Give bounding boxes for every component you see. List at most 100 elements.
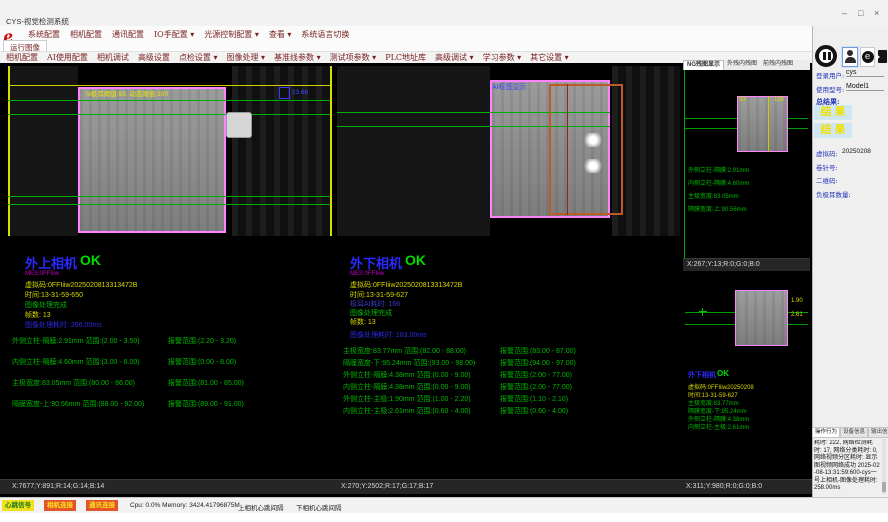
tab-front-image[interactable]: 前残内残图 <box>760 60 796 70</box>
lower-camera-heartbeat: 下相机心跳间隔 <box>296 502 342 512</box>
e-logo-icon: e <box>862 51 874 63</box>
measurement-row: 外侧立柱-隔膜:2.91mm 范围:(2.00 - 3.50) <box>12 336 140 346</box>
ng-view-tabbar: NG残图显示 外残内残图 前残内残图 <box>683 60 810 70</box>
left-green-line-4 <box>8 204 330 205</box>
middle-process-time: 图像处理耗时: 183.00ms <box>350 330 427 340</box>
tab-operation-log[interactable]: 操作行为 <box>812 427 840 438</box>
measurement-row: 内侧立柱-主极:2.61mm 范围:(0.60 - 4.00) <box>343 406 471 416</box>
needle-number-label: 卷针号: <box>816 162 838 172</box>
pause-icon <box>823 52 826 60</box>
window-titlebar <box>0 0 888 26</box>
toolbar-ai-use-config[interactable]: AI使用配置 <box>47 52 88 63</box>
left-yellow-line-left <box>8 66 10 236</box>
toolbar-other-settings[interactable]: 其它设置 ▾ <box>530 52 569 63</box>
measurement-row: 外侧立柱-主极:1.90mm 范围:(1.00 - 2.20) <box>343 394 471 404</box>
left-cursor-coords: X:7677;Y:891;R:14;G:14;B:14 <box>12 483 104 490</box>
cpu-memory-status: Cpu: 0.0% Memory: 3424.41796875M <box>130 502 240 509</box>
menu-item-system-config[interactable]: 系统配置 <box>28 29 60 40</box>
result-box-upper: 结 果 <box>814 105 852 120</box>
menu-item-language-switch[interactable]: 系统语言切换 <box>301 29 349 40</box>
measurement-row: 隔膜宽度-上:90.56mm 范围:(88.00 - 92.00) <box>12 399 144 409</box>
rightbottom-label-1: 1.90 <box>791 298 803 304</box>
logout-door-icon <box>878 50 887 63</box>
minimize-icon[interactable]: – <box>842 8 847 18</box>
rightbottom-row: 内侧立柱-主极:2.61mm <box>688 422 749 431</box>
toolbar-baseline-params[interactable]: 基准线参数 ▾ <box>274 52 321 63</box>
measurement-row: 内侧立柱-隔膜:4.60mm 范围:(3.00 - 6.00) <box>12 357 140 367</box>
model-value[interactable]: Model1 <box>846 83 884 91</box>
comm-connection-badge: 通讯连接 <box>86 500 118 511</box>
toolbar-advanced-debug[interactable]: 高级调试 ▾ <box>435 52 474 63</box>
close-icon[interactable]: × <box>874 8 879 18</box>
toolbar-camera-debug[interactable]: 相机调试 <box>97 52 129 63</box>
toolbar-spot-check[interactable]: 点检设置 ▾ <box>179 52 218 63</box>
left-image-background <box>8 66 78 236</box>
righttop-row: 外侧立柱-隔膜:2.91mm <box>688 165 749 174</box>
login-user-value[interactable]: cys <box>846 69 884 77</box>
left-frame-count: 帧数: 13 <box>25 310 51 320</box>
middle-ai-label: AI标签显示 <box>492 82 527 92</box>
left-process-time: 图像处理耗时: 266.00ms <box>25 320 102 330</box>
user-button[interactable] <box>842 47 858 67</box>
alarm-range: 报警范围:(2.20 - 3.20) <box>168 336 236 346</box>
menu-item-light-config[interactable]: 光源控制配置 ▾ <box>204 29 259 40</box>
righttop-label-2: 100 <box>774 97 784 103</box>
left-gripper-part <box>226 112 252 138</box>
menu-item-io-config[interactable]: IO手配置 ▾ <box>154 29 194 40</box>
toolbar-advanced-setting[interactable]: 高级设置 <box>138 52 170 63</box>
login-user-label: 登录用户: <box>816 70 844 80</box>
rightbottom-cross-v <box>702 308 703 316</box>
left-cell-region <box>78 87 226 233</box>
alarm-range: 报警范围:(81.00 - 85.00) <box>168 378 244 388</box>
righttop-cell-region <box>737 96 788 152</box>
toolbar-test-params[interactable]: 测试项参数 ▾ <box>330 52 377 63</box>
exit-button[interactable] <box>877 46 888 67</box>
log-scrollbar-thumb[interactable] <box>882 482 886 492</box>
left-virtual-code: 虚拟码:0FFIiiw2025020813313472B <box>25 280 137 290</box>
middle-image-background <box>337 66 490 236</box>
maximize-icon[interactable]: □ <box>858 8 863 18</box>
log-scrollbar[interactable] <box>882 439 886 494</box>
rightbottom-camera-title: 外下相机 <box>688 370 716 380</box>
righttop-row: 内侧立柱-隔膜:4.60mm <box>688 178 749 187</box>
toolbar-learn-params[interactable]: 学习参数 ▾ <box>483 52 522 63</box>
menu-item-view[interactable]: 查看 ▾ <box>269 29 292 40</box>
measurement-row: 主极宽度:83.77mm 范围:(82.00 - 88.00) <box>343 346 466 356</box>
model-label: 使用型号: <box>816 84 844 94</box>
middle-mes-line: MES:0FFIiiw <box>350 271 384 277</box>
user-icon <box>843 50 857 63</box>
left-camera-title: 外上相机 <box>25 253 77 272</box>
qr-code-label: 二维码: <box>816 175 838 185</box>
toolbar-plc-address[interactable]: PLC地址库 <box>385 52 426 63</box>
pause-button[interactable] <box>815 45 837 67</box>
toolbar-image-process[interactable]: 图像处理 ▾ <box>227 52 266 63</box>
operation-log-text: 耗时: 222, 网络检测耗时: 17, 网络分类耗时: 0, 网络视频分区耗时… <box>814 440 880 493</box>
measurement-row: 隔膜宽度-下:95.24mm 范围:(93.00 - 98.00) <box>343 358 475 368</box>
virtual-code-value: 20250208 <box>842 148 871 155</box>
tab-output-info[interactable]: 输出信息 <box>868 427 888 438</box>
tab-device-info[interactable]: 设备信息 <box>840 427 868 438</box>
tab-ng-image[interactable]: NG残图显示 <box>683 60 724 70</box>
toolbar-camera-config[interactable]: 相机配置 <box>6 52 38 63</box>
menu-item-camera-config[interactable]: 相机配置 <box>70 29 102 40</box>
alarm-range: 报警范围:(0.00 - 8.00) <box>168 357 236 367</box>
panel-tabbar: 操作行为 设备信息 输出信息 <box>812 427 888 438</box>
menu-bar: 系统配置 相机配置 通讯配置 IO手配置 ▾ 光源控制配置 ▾ 查看 ▾ 系统语… <box>28 28 349 40</box>
menu-item-comm-config[interactable]: 通讯配置 <box>112 29 144 40</box>
measurement-row: 内侧立柱-隔膜:4.38mm 范围:(0.00 - 9.00) <box>343 382 471 392</box>
righttop-cursor-coords: X:267;Y:13;R:0;G:0;B:0 <box>687 261 760 268</box>
alarm-range: 报警范围:(0.60 - 4.00) <box>500 406 568 416</box>
tab-outer-image[interactable]: 外残内残图 <box>724 60 760 70</box>
left-yellow-baseline <box>8 85 330 86</box>
result-box-lower: 结 果 <box>814 123 852 138</box>
camera-connection-badge: 相机连接 <box>44 500 76 511</box>
alarm-range: 报警范围:(2.00 - 77.00) <box>500 382 572 392</box>
left-threshold-label: N极耳阈值:93, 动态阈值:100 <box>86 88 168 98</box>
brand-button[interactable]: e <box>860 47 875 67</box>
alarm-range: 报警范围:(2.00 - 77.00) <box>500 370 572 380</box>
rightbottom-cross-h <box>699 311 707 312</box>
alarm-range: 报警范围:(94.00 - 97.00) <box>500 358 576 368</box>
middle-cursor-coords: X:270;Y:2502;R:17;G:17;B:17 <box>341 483 433 490</box>
rightbottom-label-2: 2.61 <box>791 312 803 318</box>
alarm-range: 报警范围:(1.10 - 2.10) <box>500 394 568 404</box>
